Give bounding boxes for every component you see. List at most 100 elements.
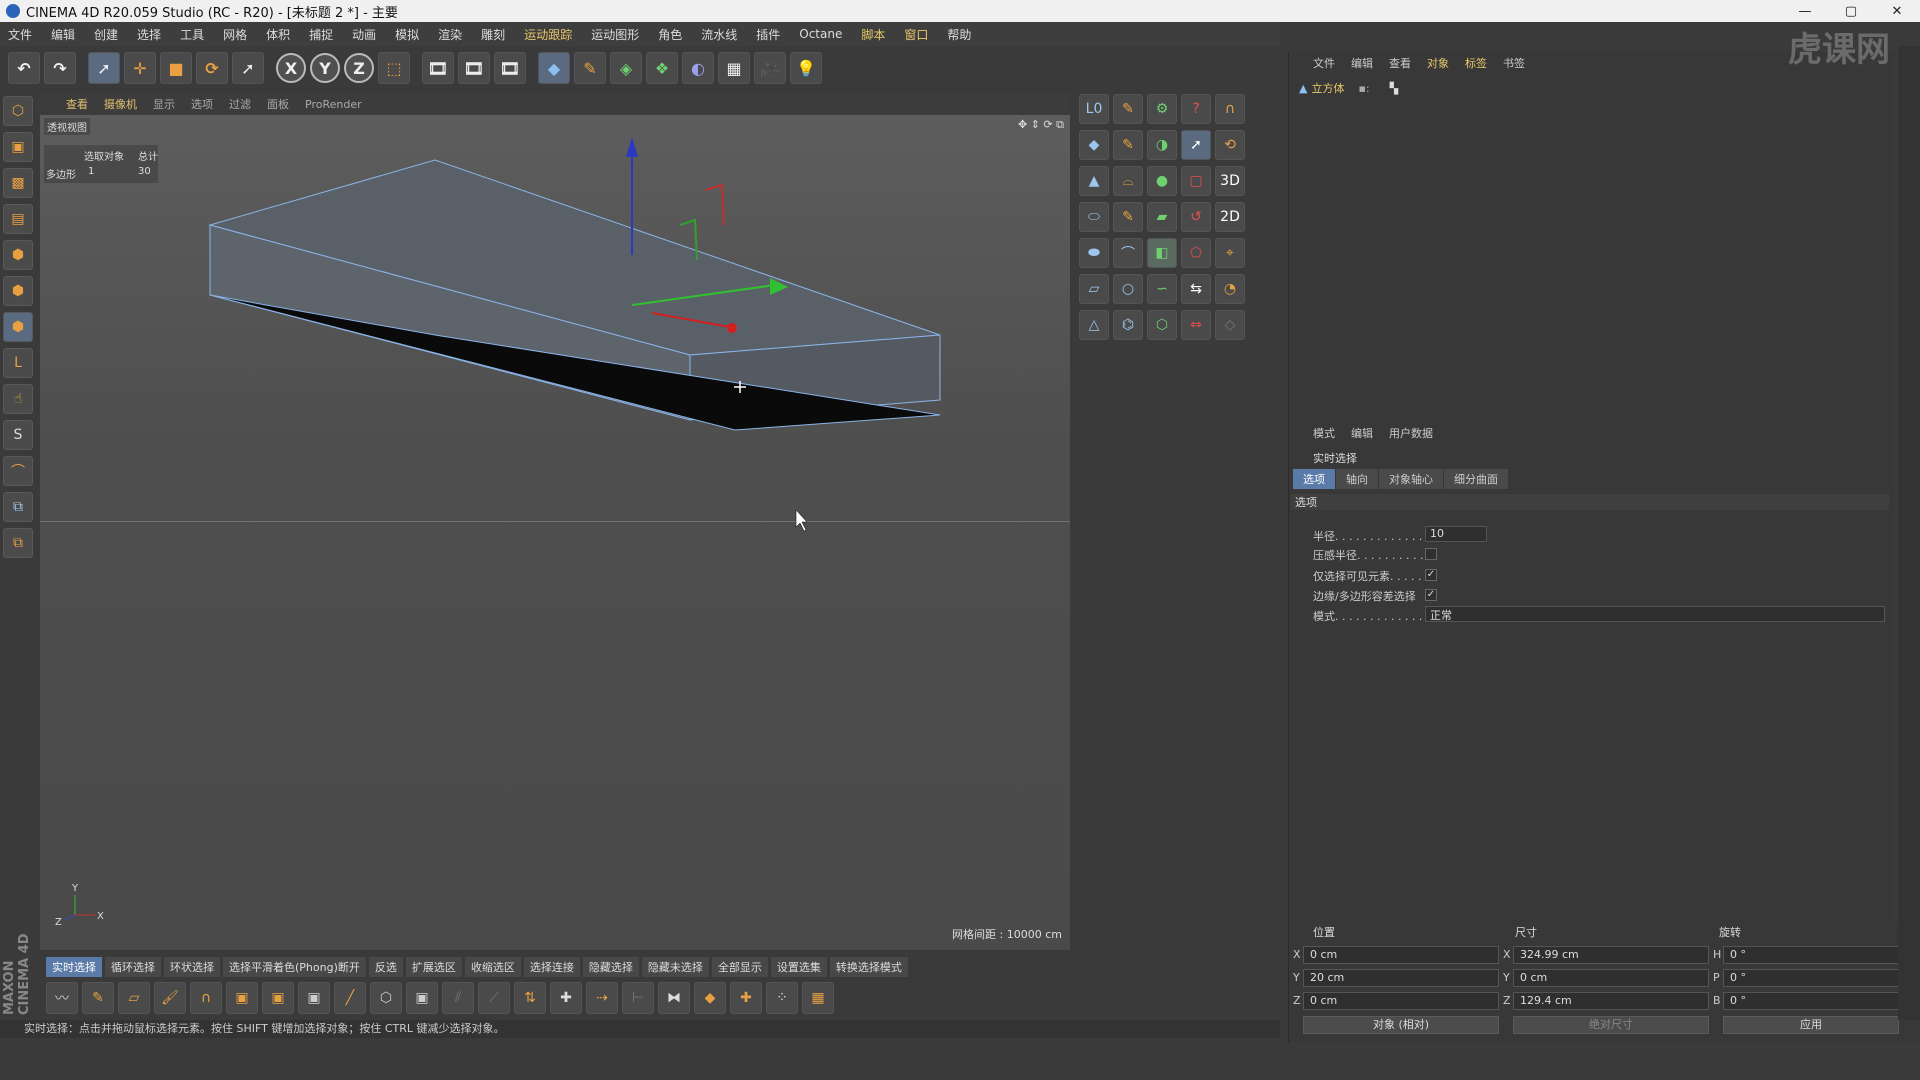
menu-mesh[interactable]: 网格 — [223, 26, 247, 43]
mode-live-selection[interactable]: 实时选择 — [46, 957, 102, 977]
align-icon[interactable]: ⇆ — [1181, 274, 1211, 304]
am-menu-edit[interactable]: 编辑 — [1351, 425, 1373, 441]
menu-octane[interactable]: Octane — [799, 27, 842, 41]
mode-dropdown[interactable]: 正常 — [1425, 606, 1885, 622]
rot-h-field[interactable]: 0 ° — [1723, 946, 1899, 964]
tab-subdivision-surface[interactable]: 细分曲面 — [1444, 469, 1508, 489]
viewport-menu-display[interactable]: 显示 — [153, 96, 175, 112]
am-menu-user-data[interactable]: 用户数据 — [1389, 425, 1433, 441]
bridge-icon[interactable]: ⇔ — [1181, 310, 1211, 340]
pen-icon[interactable]: ✎ — [1113, 94, 1143, 124]
menu-create[interactable]: 创建 — [94, 26, 118, 43]
menu-motion-tracking[interactable]: 运动跟踪 — [524, 26, 572, 43]
iron-icon[interactable]: ⟋ — [478, 982, 510, 1014]
3d-snap-icon[interactable]: 3D — [1215, 166, 1245, 196]
menu-select[interactable]: 选择 — [137, 26, 161, 43]
mode-unhide-all[interactable]: 全部显示 — [711, 957, 768, 977]
weld-icon[interactable]: ◇ — [1215, 310, 1245, 340]
undo-button[interactable]: ↶ — [8, 52, 40, 84]
redo-button[interactable]: ↷ — [44, 52, 76, 84]
polygon-select-icon[interactable]: ⬠ — [1181, 238, 1211, 268]
helix-icon[interactable]: ⌬ — [1113, 310, 1143, 340]
spline-pen-icon[interactable]: ✎ — [1113, 202, 1143, 232]
gear-icon[interactable]: ⚙ — [1147, 94, 1177, 124]
apply-button[interactable]: 应用 — [1723, 1016, 1899, 1034]
brush-icon[interactable]: 🖌 — [154, 982, 186, 1014]
edge-tolerance-checkbox[interactable]: ✓ — [1425, 589, 1437, 601]
live-selection-icon[interactable]: ➚ — [1181, 130, 1211, 160]
pos-z-field[interactable]: 0 cm — [1303, 992, 1499, 1010]
disc-icon[interactable]: ⬬ — [1079, 238, 1109, 268]
am-menu-mode[interactable]: 模式 — [1313, 425, 1335, 441]
mode-select-connected[interactable]: 选择连接 — [523, 957, 580, 977]
rot-p-field[interactable]: 0 ° — [1723, 969, 1899, 987]
pyramid-icon[interactable]: △ — [1079, 310, 1109, 340]
size-x-field[interactable]: 324.99 cm — [1513, 946, 1709, 964]
size-z-field[interactable]: 129.4 cm — [1513, 992, 1709, 1010]
menu-script[interactable]: 脚本 — [861, 26, 885, 43]
perspective-viewport[interactable]: 透视视图 ✥ ⇕ ⟳ ⧉ 选取对象 总计 多边形 1 30 Y X Z 网格间距… — [40, 115, 1070, 950]
maximize-button[interactable]: ▢ — [1828, 0, 1874, 22]
tweak-mode-icon[interactable]: ☝ — [3, 384, 33, 414]
mode-phong-break-selection[interactable]: 选择平滑着色(Phong)断开 — [223, 957, 366, 977]
recent-tool-icon[interactable]: ➚ — [232, 52, 264, 84]
model-mode-icon[interactable]: ▣ — [3, 132, 33, 162]
mode-invert-selection[interactable]: 反选 — [368, 957, 403, 977]
make-editable-icon[interactable]: ⬡ — [3, 96, 33, 126]
om-menu-objects[interactable]: 对象 — [1427, 55, 1449, 71]
z-axis-lock-button[interactable]: Z — [344, 53, 374, 83]
mode-ring-selection[interactable]: 环状选择 — [164, 957, 220, 977]
sweep-icon[interactable]: ∽ — [1147, 274, 1177, 304]
pos-x-field[interactable]: 0 cm — [1303, 946, 1499, 964]
loop-icon[interactable]: ⟲ — [1215, 130, 1245, 160]
om-menu-bookmarks[interactable]: 书签 — [1503, 55, 1525, 71]
subdivision-icon[interactable]: ◈ — [610, 52, 642, 84]
menu-sculpt[interactable]: 雕刻 — [481, 26, 505, 43]
polygons-mode-icon[interactable]: ⬢ — [3, 312, 33, 342]
scale-tool-icon[interactable]: ■ — [160, 52, 192, 84]
size-mode-dropdown[interactable]: 绝对尺寸 — [1513, 1016, 1709, 1034]
object-mode-dropdown[interactable]: 对象 (相对) — [1303, 1016, 1499, 1034]
magnet-tool-icon[interactable]: ∩ — [190, 982, 222, 1014]
size-y-field[interactable]: 0 cm — [1513, 969, 1709, 987]
menu-render[interactable]: 渲染 — [438, 26, 462, 43]
knife-icon[interactable]: ✎ — [82, 982, 114, 1014]
slide-icon[interactable]: ⇅ — [514, 982, 546, 1014]
mode-loop-selection[interactable]: 循环选择 — [105, 957, 161, 977]
polygon-pen-icon[interactable]: ◆ — [694, 982, 726, 1014]
extrude-inner-icon[interactable]: ▣ — [262, 982, 294, 1014]
extrude-icon[interactable]: ▰ — [1147, 202, 1177, 232]
paint-icon[interactable]: ▦ — [802, 982, 834, 1014]
close-hole-icon[interactable]: ▣ — [406, 982, 438, 1014]
deformer-icon[interactable]: ◐ — [682, 52, 714, 84]
mode-grow-selection[interactable]: 扩展选区 — [405, 957, 462, 977]
menu-character[interactable]: 角色 — [658, 26, 682, 43]
boole-icon[interactable]: ◧ — [1147, 238, 1177, 268]
plane-icon[interactable]: ▱ — [1079, 274, 1109, 304]
menu-pipeline[interactable]: 流水线 — [701, 26, 737, 43]
menu-help[interactable]: 帮助 — [947, 26, 971, 43]
add-point-icon[interactable]: ✚ — [730, 982, 762, 1014]
menu-file[interactable]: 文件 — [8, 26, 32, 43]
rotate-tool-icon[interactable]: ⟳ — [196, 52, 228, 84]
pie-icon[interactable]: ◔ — [1215, 274, 1245, 304]
bridge-tool-icon[interactable]: ⬡ — [370, 982, 402, 1014]
minimize-button[interactable]: — — [1782, 0, 1828, 22]
om-menu-view[interactable]: 查看 — [1389, 55, 1411, 71]
workplane-icon[interactable]: ▤ — [3, 204, 33, 234]
pressure-radius-checkbox[interactable] — [1425, 548, 1437, 560]
om-menu-tags[interactable]: 标签 — [1465, 55, 1487, 71]
render-picture-viewer-icon[interactable]: 🎞 — [458, 52, 490, 84]
menu-plugins[interactable]: 插件 — [756, 26, 780, 43]
menu-simulate[interactable]: 模拟 — [395, 26, 419, 43]
mode-convert-selection[interactable]: 转换选择模式 — [829, 957, 908, 977]
mode-set-selection[interactable]: 设置选集 — [770, 957, 827, 977]
object-row-cube[interactable]: ▲ 立方体 ▪: ▚ — [1299, 80, 1398, 96]
menu-edit[interactable]: 编辑 — [51, 26, 75, 43]
camera-icon[interactable]: 🎥 — [754, 52, 786, 84]
extrude-tool-icon[interactable]: ▣ — [226, 982, 258, 1014]
viewport-menu-prorender[interactable]: ProRender — [305, 98, 362, 111]
mirror-icon[interactable]: ⧓ — [658, 982, 690, 1014]
2d-snap-icon[interactable]: 2D — [1215, 202, 1245, 232]
symmetry-icon[interactable]: ⬡ — [1147, 310, 1177, 340]
